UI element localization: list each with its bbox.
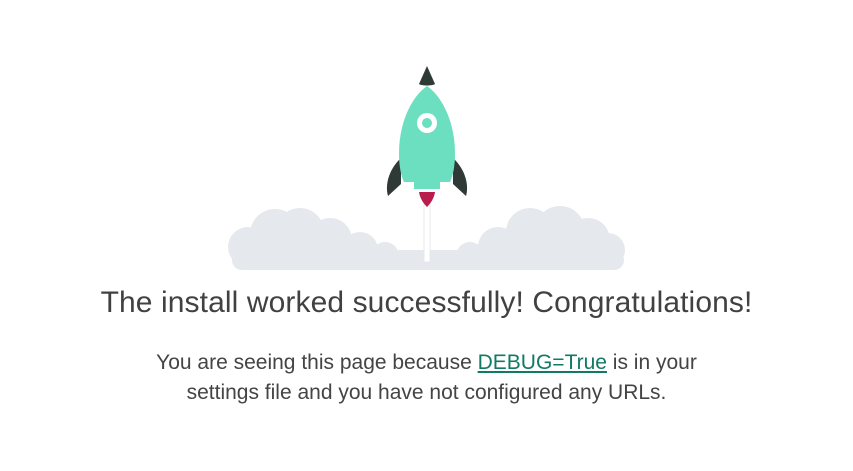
rocket-launch-illustration: [228, 66, 625, 270]
message-text-after-link: is in your: [606, 351, 697, 374]
install-success-page: The install worked successfully! Congrat…: [0, 0, 853, 471]
message-text-line2: settings file and you have not configure…: [186, 381, 667, 404]
message-text-before-link: You are seeing this page because: [156, 351, 478, 374]
debug-explanation: You are seeing this page because DEBUG=T…: [0, 348, 853, 408]
rocket-icon: [386, 66, 468, 207]
exhaust-trail: [423, 203, 431, 263]
debug-true-link[interactable]: DEBUG=True: [478, 351, 607, 374]
page-title: The install worked successfully! Congrat…: [100, 286, 753, 319]
